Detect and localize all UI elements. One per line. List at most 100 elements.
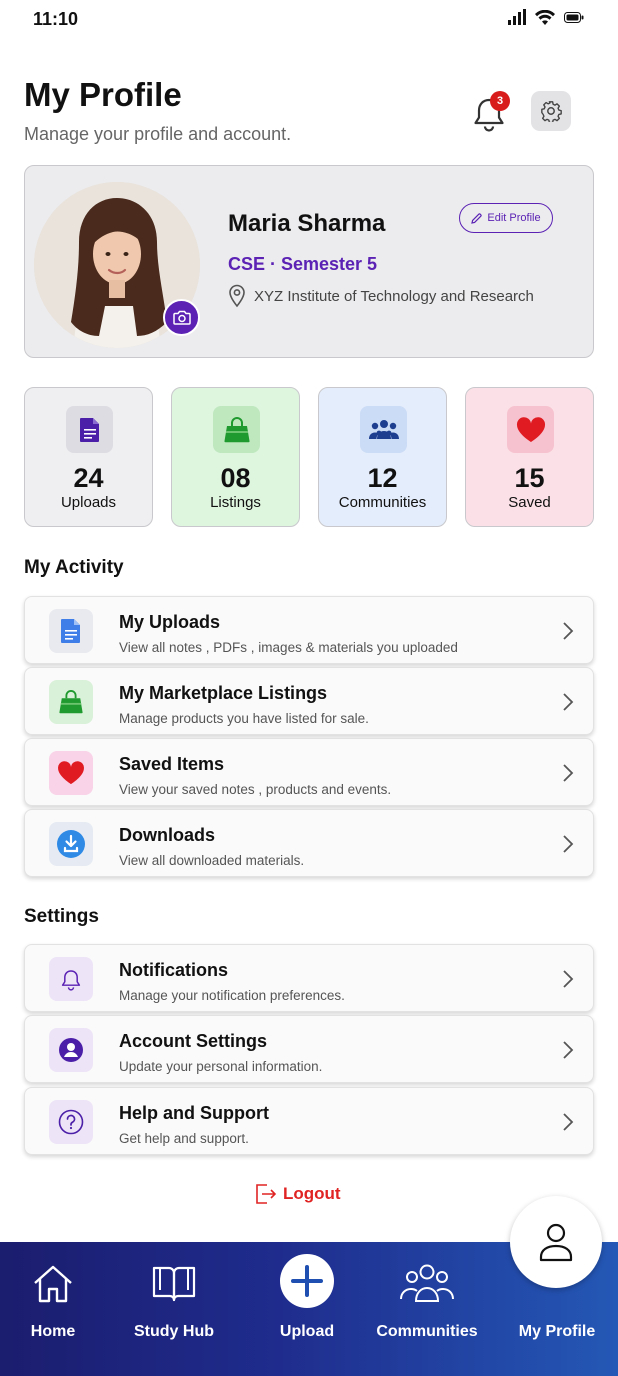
row-description: Manage your notification preferences. — [119, 988, 345, 1003]
chevron-right-icon — [563, 835, 574, 853]
row-title: Saved Items — [119, 754, 225, 774]
nav-label: Home — [30, 1323, 76, 1340]
section-title-settings: Settings — [24, 906, 99, 927]
activity-item-downloads[interactable]: Downloads View all downloaded materials. — [24, 809, 594, 877]
activity-item-my-uploads[interactable]: My Uploads View all notes , PDFs , image… — [24, 596, 594, 664]
chevron-right-icon — [563, 970, 574, 988]
heart-icon — [58, 761, 84, 785]
chevron-right-icon — [563, 1113, 574, 1131]
row-icon-bg — [49, 957, 93, 1001]
stat-icon-bg — [213, 406, 260, 453]
document-icon — [61, 619, 80, 643]
shopping-bag-icon — [223, 416, 250, 442]
pencil-icon — [471, 212, 483, 224]
stat-icon-bg — [66, 406, 113, 453]
page-subtitle: Manage your profile and account. — [24, 124, 292, 144]
stat-card-uploads[interactable]: 24 Uploads — [24, 387, 153, 527]
change-photo-button[interactable] — [163, 299, 200, 336]
institute-name: XYZ Institute of Technology and Research — [254, 287, 534, 305]
activity-item-saved-items[interactable]: Saved Items View your saved notes , prod… — [24, 738, 594, 806]
row-icon-bg — [49, 751, 93, 795]
battery-icon — [564, 11, 584, 23]
row-icon-bg — [49, 680, 93, 724]
group-icon — [368, 419, 399, 439]
nav-label: Upload — [279, 1323, 335, 1340]
chevron-right-icon — [563, 622, 574, 640]
row-title: My Marketplace Listings — [119, 683, 328, 703]
my-profile-active-button[interactable] — [510, 1196, 602, 1288]
upload-button[interactable] — [280, 1254, 334, 1308]
stat-label: Listings — [210, 494, 261, 511]
row-description: View all downloaded materials. — [119, 853, 305, 868]
row-description: Get help and support. — [119, 1131, 249, 1146]
profile-card: Maria Sharma CSE · Semester 5 XYZ Instit… — [24, 165, 594, 358]
gear-icon — [541, 101, 562, 122]
page-title: My Profile — [24, 76, 182, 113]
row-title: My Uploads — [119, 612, 221, 632]
logout-button[interactable]: Logout — [253, 1182, 341, 1206]
nav-home[interactable]: Home — [8, 1242, 98, 1376]
row-icon-bg — [49, 609, 93, 653]
row-title: Account Settings — [119, 1031, 268, 1051]
stat-value: 24 — [73, 463, 104, 493]
status-bar: 11:10 — [0, 0, 618, 40]
stat-icon-bg — [507, 406, 554, 453]
heart-icon — [516, 416, 545, 442]
activity-item-marketplace-listings[interactable]: My Marketplace Listings Manage products … — [24, 667, 594, 735]
nav-study-hub[interactable]: Study Hub — [124, 1242, 224, 1376]
user-course: CSE · Semester 5 — [228, 254, 378, 274]
settings-item-help-support[interactable]: Help and Support Get help and support. — [24, 1087, 594, 1155]
shopping-bag-icon — [59, 690, 83, 714]
stat-card-listings[interactable]: 08 Listings — [171, 387, 300, 527]
user-icon — [539, 1223, 573, 1262]
chevron-right-icon — [563, 1041, 574, 1059]
row-description: View all notes , PDFs , images & materia… — [119, 640, 458, 655]
status-time: 11:10 — [33, 9, 79, 29]
stat-card-saved[interactable]: 15 Saved — [465, 387, 594, 527]
wifi-icon — [535, 9, 555, 25]
nav-communities[interactable]: Communities — [372, 1242, 482, 1376]
notification-count-badge: 3 — [490, 91, 510, 111]
row-icon-bg — [49, 822, 93, 866]
user-institute: XYZ Institute of Technology and Research — [228, 284, 534, 308]
user-name: Maria Sharma — [228, 210, 386, 237]
download-icon — [57, 830, 85, 858]
stat-label: Saved — [508, 494, 551, 511]
stat-value: 12 — [367, 463, 398, 493]
settings-button[interactable] — [531, 91, 571, 131]
row-title: Notifications — [119, 960, 229, 980]
row-title: Downloads — [119, 825, 216, 845]
stat-value: 08 — [220, 463, 251, 493]
chevron-right-icon — [563, 764, 574, 782]
user-circle-icon — [59, 1038, 83, 1062]
logout-label: Logout — [283, 1184, 341, 1203]
home-icon — [34, 1265, 72, 1303]
settings-item-account-settings[interactable]: Account Settings Update your personal in… — [24, 1015, 594, 1083]
edit-profile-label: Edit Profile — [487, 212, 541, 224]
row-description: Update your personal information. — [119, 1059, 323, 1074]
row-description: Manage products you have listed for sale… — [119, 711, 369, 726]
document-icon — [79, 417, 99, 442]
stat-icon-bg — [360, 406, 407, 453]
logout-icon — [256, 1184, 277, 1204]
status-icons — [508, 9, 584, 25]
settings-item-notifications[interactable]: Notifications Manage your notification p… — [24, 944, 594, 1012]
camera-icon — [172, 310, 191, 325]
row-icon-bg — [49, 1028, 93, 1072]
location-pin-icon — [229, 284, 245, 308]
section-title-activity: My Activity — [24, 557, 124, 578]
edit-profile-button[interactable]: Edit Profile — [459, 203, 553, 233]
row-icon-bg — [49, 1100, 93, 1144]
stat-label: Uploads — [60, 494, 117, 511]
question-icon — [58, 1109, 84, 1135]
plus-icon — [291, 1265, 323, 1297]
stat-card-communities[interactable]: 12 Communities — [318, 387, 447, 527]
nav-label: My Profile — [518, 1323, 596, 1340]
row-description: View your saved notes , products and eve… — [119, 782, 392, 797]
bell-icon — [61, 970, 81, 991]
nav-label: Study Hub — [134, 1323, 214, 1340]
stat-label: Communities — [338, 494, 427, 511]
book-icon — [152, 1266, 196, 1302]
signal-icon — [508, 9, 526, 25]
group-icon — [400, 1264, 454, 1302]
